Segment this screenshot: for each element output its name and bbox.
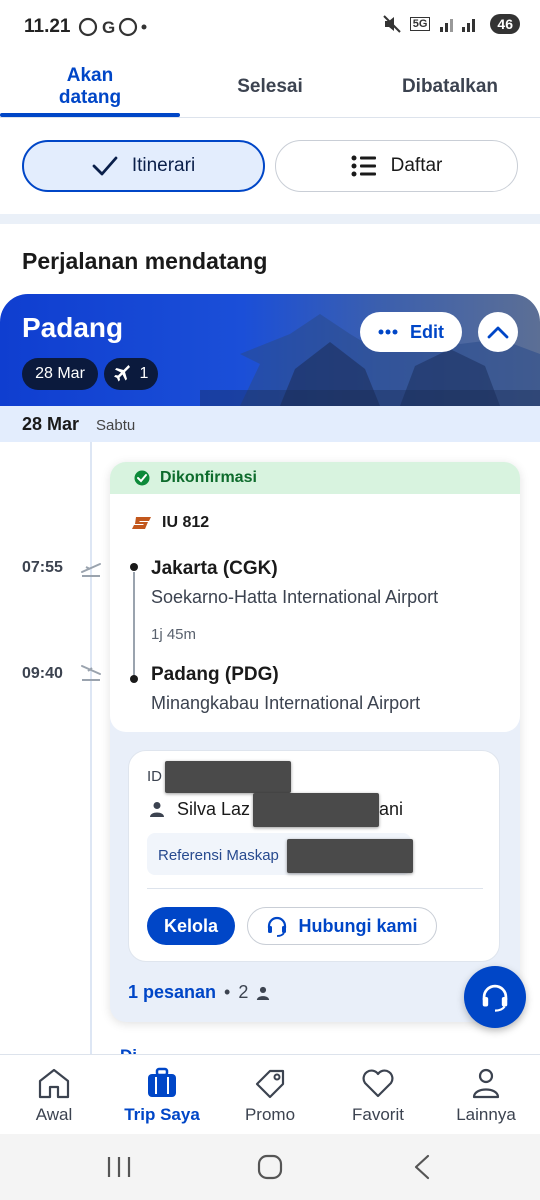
list-toggle-button[interactable]: Daftar [275,140,518,192]
orders-separator: • [224,982,231,1002]
headset-icon [268,916,287,937]
landing-icon [81,665,101,681]
redacted-booking-id [165,761,291,793]
departure-time: 07:55 [22,559,63,576]
list-icon [351,155,376,177]
redacted-passenger-name [253,793,379,827]
help-fab-button[interactable] [464,966,526,1028]
trip-date-chip: 28 Mar [22,358,98,390]
headset-icon [482,984,508,1012]
timeline-line [90,442,92,1054]
trip-destination: Padang [22,312,124,343]
destination-airport: Minangkabau International Airport [151,693,421,713]
edit-trip-button[interactable]: Edit [360,312,462,352]
origin-airport: Soekarno-Hatta International Airport [151,587,439,607]
trip-date-chip-label: 28 Mar [35,365,85,382]
bottom-navigation: Awal Trip Saya Promo Favorit Lainnya [0,1054,540,1134]
collapse-trip-button[interactable] [478,312,518,352]
nav-home-label: Awal [35,1105,73,1124]
contact-us-button[interactable]: Hubungi kami [247,907,437,945]
tab-upcoming[interactable]: Akan datang [0,56,180,118]
nav-more[interactable]: Lainnya [432,1055,540,1135]
tag-icon [255,1069,285,1099]
section-title: Perjalanan mendatang [22,248,268,274]
takeoff-icon [81,563,101,577]
origin-city: Jakarta (CGK) [151,558,278,579]
destination-city: Padang (PDG) [151,664,279,685]
mute-icon [383,15,401,33]
airline-logo-icon [132,517,151,529]
more-dots-icon [378,329,398,335]
redacted-airline-reference [287,839,413,873]
date-header: 28 Mar Sabtu [0,406,540,442]
back-icon[interactable] [410,1154,432,1180]
flight-status: Dikonfirmasi [160,469,257,486]
status-badge: Dikonfirmasi [110,462,520,494]
notification-icons: G [78,16,148,43]
trip-hero-banner[interactable]: Padang 28 Mar 1 Edit [0,294,540,406]
edit-label: Edit [410,321,444,342]
nav-promo[interactable]: Promo [216,1055,324,1135]
status-bar: 11.21 G 5G 46 [0,0,540,56]
flight-count-chip: 1 [104,358,158,390]
booking-divider [147,888,483,889]
airplane-icon [113,365,130,382]
battery-level: 46 [490,14,520,34]
itinerary-label: Itinerari [131,155,196,176]
flight-card[interactable]: Dikonfirmasi IU 812 Jakarta (CGK) Soekar… [110,462,520,732]
date-day: Sabtu [96,417,136,434]
passenger-count: 2 [238,982,249,1002]
section-divider [0,214,540,224]
recent-apps-icon[interactable] [106,1155,132,1179]
booking-details: ID Silva Laz ani Referensi Maskap Kelola… [128,750,500,962]
orders-count: 1 pesanan [128,982,217,1002]
status-time: 11.21 [24,16,71,37]
tab-cancelled[interactable]: Dibatalkan [360,56,540,118]
nav-more-label: Lainnya [456,1105,516,1124]
flight-duration: 1j 45m [151,626,197,643]
suitcase-icon [148,1067,176,1097]
svg-text:G: G [102,18,118,37]
person-icon [472,1068,500,1099]
booking-id-label: ID [147,768,162,785]
passenger-name: Silva Laz [177,799,251,819]
list-label: Daftar [390,155,443,176]
home-button-icon[interactable] [257,1154,283,1180]
itinerary-toggle-button[interactable]: Itinerari [22,140,265,192]
check-icon [92,156,118,176]
passenger-name-suffix: ani [379,799,404,819]
passenger-icon [150,802,164,817]
nav-my-trips[interactable]: Trip Saya [108,1055,216,1135]
orders-summary[interactable]: 1 pesanan • 2 [128,982,270,1003]
check-circle-icon [134,470,150,486]
passenger-count-icon [257,986,270,1000]
nav-my-trips-label: Trip Saya [124,1105,200,1124]
contact-label: Hubungi kami [298,915,418,936]
active-tab-indicator [0,113,180,117]
airline-reference-label: Referensi Maskap [158,847,279,864]
destination-dot [130,675,138,683]
network-type: 5G [409,17,431,31]
date-main: 28 Mar [22,414,80,434]
nav-favorite[interactable]: Favorit [324,1055,432,1135]
route-line [133,572,135,676]
nav-promo-label: Promo [244,1105,296,1124]
signal-icon [440,19,476,32]
flight-count: 1 [139,365,149,382]
status-right: 5G 46 [382,14,520,34]
system-navigation-bar [0,1134,540,1200]
nav-favorite-label: Favorit [352,1105,404,1124]
nav-home[interactable]: Awal [0,1055,108,1135]
app-notification-icon: G [78,17,147,37]
tab-completed[interactable]: Selesai [180,56,360,118]
chevron-up-icon [487,326,509,339]
flight-number: IU 812 [162,514,210,531]
heart-icon [362,1069,394,1098]
trip-tabs: Akan datang Selesai Dibatalkan [0,56,540,118]
next-section-peek: Di... [120,1046,151,1054]
manage-button[interactable]: Kelola [147,907,235,945]
arrival-time: 09:40 [22,665,63,682]
origin-dot [130,563,138,571]
home-icon [38,1068,70,1099]
